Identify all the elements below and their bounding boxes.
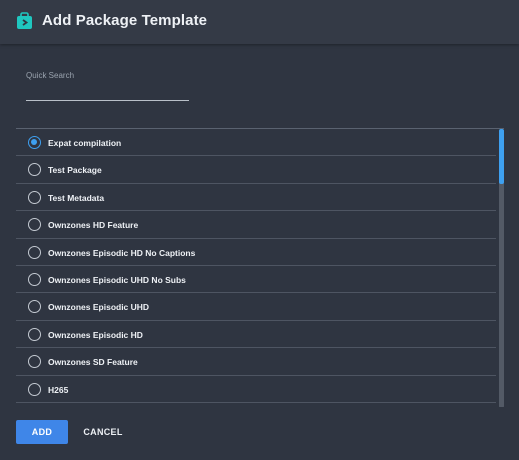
template-option-label: Ownzones Episodic UHD No Subs [48,274,186,285]
template-option-label: Ownzones HD Feature [48,220,139,231]
template-option[interactable]: Ownzones Episodic HD [16,321,496,349]
template-option[interactable]: Ownzones Episodic HD No Captions [16,239,496,266]
template-option[interactable]: Ownzones HD Feature [16,211,496,239]
template-option[interactable]: Ownzones SD Feature [16,348,496,376]
radio-unchecked-icon[interactable] [28,245,41,259]
template-option[interactable]: Ownzones Episodic UHD [16,293,496,321]
radio-checked-icon[interactable] [28,136,41,149]
template-option-label: Ownzones SD Feature [48,357,138,368]
template-option-label: Ownzones Episodic HD [48,329,143,340]
dialog-header: Add Package Template [0,0,519,44]
quick-search-label: Quick Search [26,71,75,80]
template-option[interactable]: Test Metadata [16,184,496,212]
dialog-title: Add Package Template [42,12,208,29]
cancel-button[interactable]: CANCEL [76,420,130,444]
template-list[interactable]: Expat compilation Test Package Test Metada… [16,128,504,407]
dialog-actions: ADD CANCEL [0,420,519,446]
template-option-label: H265 [48,384,69,395]
template-option-label: Ownzones Episodic UHD [48,302,150,313]
add-button[interactable]: ADD [16,420,68,444]
template-option[interactable]: Ownzones Episodic UHD No Subs [16,266,496,294]
radio-unchecked-icon[interactable] [28,382,41,396]
add-package-template-dialog: Add Package Template Quick Search Expat … [0,0,519,460]
template-option[interactable]: H265 [16,376,496,403]
template-option-label: Test Metadata [48,192,105,203]
template-option[interactable]: Test Package [16,156,496,184]
package-icon [16,12,33,30]
radio-unchecked-icon[interactable] [28,163,41,177]
radio-unchecked-icon[interactable] [28,272,41,286]
template-option[interactable]: Expat compilation [16,129,496,157]
quick-search-input[interactable] [26,82,189,101]
template-option-label: Test Package [48,165,102,176]
scrollbar-thumb[interactable] [499,129,504,184]
template-option-label: Ownzones Episodic HD No Captions [48,247,196,258]
radio-unchecked-icon[interactable] [28,218,41,232]
radio-unchecked-icon[interactable] [28,300,41,314]
radio-unchecked-icon[interactable] [28,190,41,204]
template-option-label: Expat compilation [48,138,122,148]
radio-unchecked-icon[interactable] [28,355,41,369]
list-scrollbar[interactable] [499,129,504,407]
radio-unchecked-icon[interactable] [28,327,41,341]
